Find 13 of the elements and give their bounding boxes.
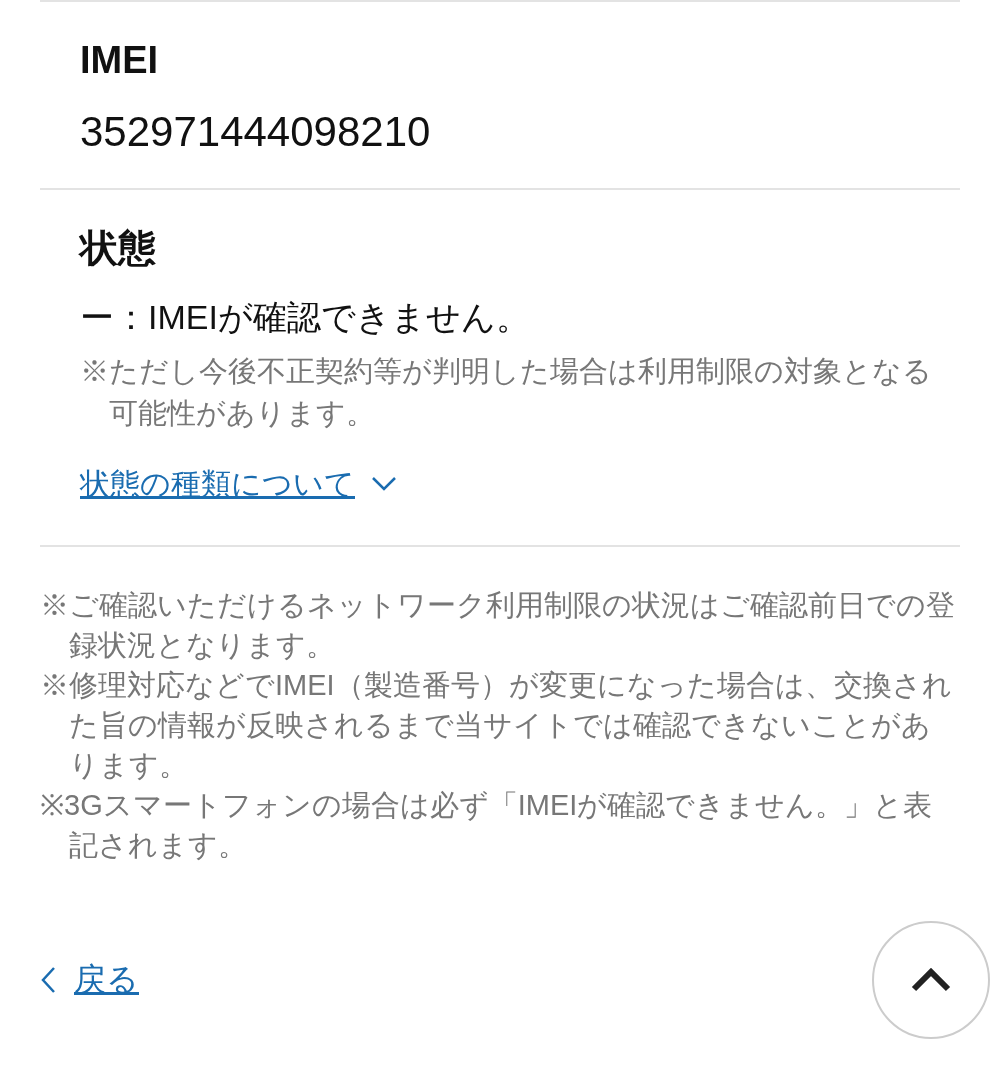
field-label: IMEI — [80, 38, 160, 83]
field-label: 状態 — [80, 226, 157, 271]
field-value: 352971444098210 — [80, 107, 432, 158]
caret-up-icon — [911, 967, 951, 992]
field-note: ※ただし今後不正契約等が判明した場合は利用制限の対象となる可能性があります。 — [80, 353, 933, 431]
chevron-down-icon — [371, 476, 397, 493]
status-types-link[interactable]: 状態の種類について — [80, 463, 397, 505]
footnote: ※修理対応などでIMEI（製造番号）が変更になった場合は、交換された旨の情報が反映されるまで当サイトでは確認できないことがあります。 — [40, 667, 953, 783]
footnote: ※ご確認いただけるネットワーク利用制限の状況はご確認前日での登録状況となります。 — [40, 587, 956, 663]
field-value: ー：IMEIが確認できません。 — [80, 297, 531, 339]
footnote: ※3Gスマートフォンの場合は必ず「IMEIが確認できません。」と表記されます。 — [40, 787, 934, 863]
back-link[interactable]: 戻る — [40, 957, 139, 1002]
chevron-left-icon — [40, 965, 56, 994]
